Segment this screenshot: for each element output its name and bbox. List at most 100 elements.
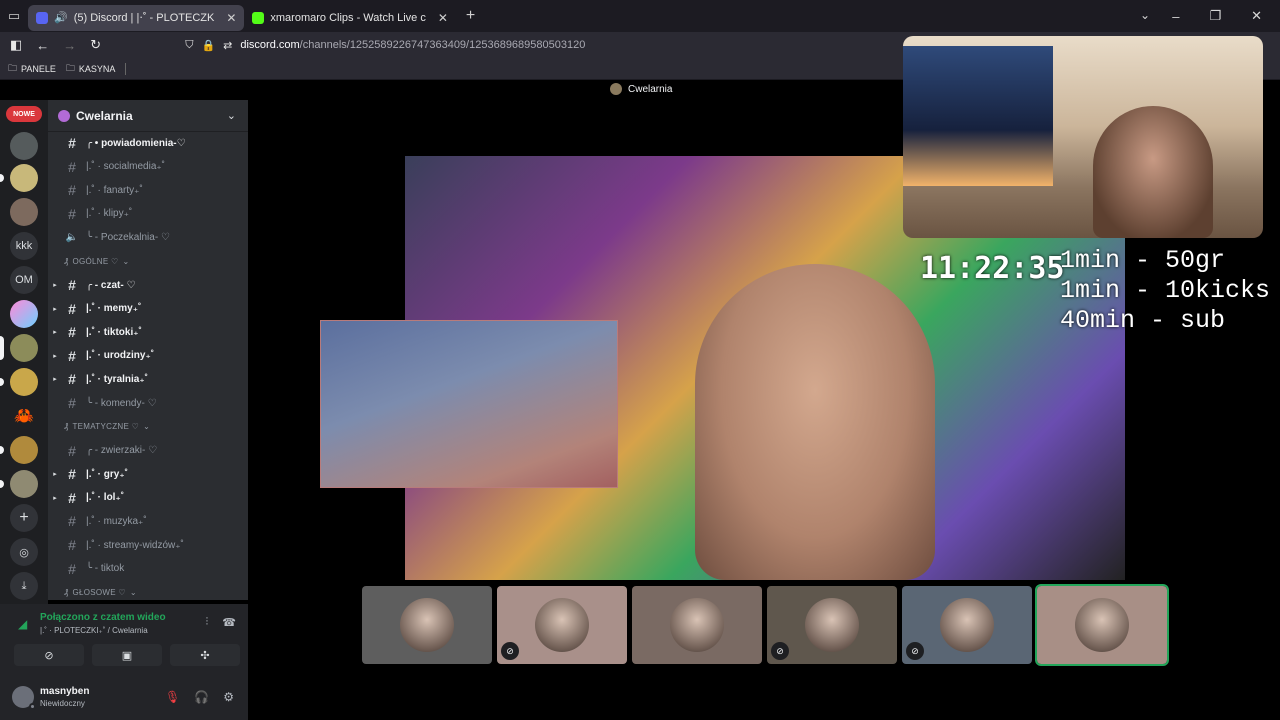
text-channel-item[interactable]: # |.˚ · klipy₊˚ <box>48 203 248 225</box>
text-channel-item[interactable]: # ╭ - zwierzaki- ♡ <box>48 440 248 462</box>
hash-icon: # <box>68 277 76 293</box>
text-channel-item[interactable]: # ╰ - komendy- ♡ <box>48 392 248 414</box>
back-button[interactable]: ← <box>36 38 49 53</box>
participant-tile[interactable] <box>632 586 762 664</box>
noise-suppression-icon[interactable]: ⫶ <box>206 616 209 629</box>
webcam-person <box>1093 106 1213 238</box>
headphones-icon[interactable]: 🎧 <box>194 690 209 704</box>
username[interactable]: masnyben <box>40 686 89 697</box>
thread-expand-icon[interactable]: ▸ <box>48 328 62 336</box>
window-controls: – ❐ ✕ <box>1172 0 1280 32</box>
thread-expand-icon[interactable]: ▸ <box>48 494 62 502</box>
channel-category[interactable]: ₰ OGÓLNE ♡ ⌄ <box>48 252 248 270</box>
text-channel-item[interactable]: # |.˚ · streamy-widzów₊˚ <box>48 534 248 556</box>
lock-icon[interactable]: 🔒 <box>201 39 215 52</box>
crab-server-icon[interactable]: 🦀 <box>10 402 38 430</box>
avatar <box>670 598 724 652</box>
channel-label: |.˚ · tyralnia₊˚ <box>86 373 148 385</box>
bookmark-label: KASYNA <box>78 63 116 74</box>
server-icon-om[interactable]: OM <box>10 266 38 294</box>
activities-button[interactable]: ✣ <box>170 644 240 666</box>
text-channel-item[interactable]: ▸ # ╭ - czat- ♡ <box>48 274 248 296</box>
participant-tile[interactable] <box>362 586 492 664</box>
call-header: Cwelarnia <box>610 83 672 95</box>
channel-label: |.˚ · klipy₊˚ <box>86 208 133 220</box>
server-icon-kkk[interactable]: kkk <box>10 232 38 260</box>
participant-tile[interactable]: ⊘ <box>497 586 627 664</box>
channel-label: ╰ - komendy- ♡ <box>86 397 157 409</box>
channel-label: |.˚ · muzyka₊˚ <box>86 515 147 527</box>
tab-manager-icon[interactable]: ▭ <box>0 8 28 24</box>
channel-label: ╰ - Poczekalnia- ♡ <box>86 231 170 243</box>
participant-tile[interactable]: ⊘ <box>902 586 1032 664</box>
text-channel-item[interactable]: # |.˚ · fanarty₊˚ <box>48 179 248 201</box>
text-channel-item[interactable]: ▸ # |.˚ · lol₊˚ <box>48 487 248 509</box>
hash-icon: # <box>68 347 76 364</box>
gear-icon[interactable]: ⚙ <box>223 690 234 704</box>
server-icon[interactable] <box>10 436 38 464</box>
text-channel-item[interactable]: # |.˚ · muzyka₊˚ <box>48 510 248 532</box>
close-tab-icon[interactable]: ✕ <box>226 11 236 25</box>
participant-tile[interactable]: ⊘ <box>767 586 897 664</box>
server-icon[interactable] <box>10 470 38 498</box>
text-channel-item[interactable]: ▸ # |.˚ · tyralnia₊˚ <box>48 368 248 390</box>
permissions-icon[interactable]: ⇄ <box>223 39 232 52</box>
text-channel-item[interactable]: ▸ # |.˚ · gry₊˚ <box>48 463 248 485</box>
text-channel-item[interactable]: ▸ # |.˚ · tiktoki₊˚ <box>48 321 248 343</box>
voice-location[interactable]: |.˚ · PLOTECZKI₊˚ / Cwelarnia <box>40 626 148 635</box>
microphone-muted-icon[interactable]: 🎙 <box>165 690 180 704</box>
download-icon[interactable]: ⤓ <box>10 572 38 600</box>
category-label: GŁOSOWE ♡ <box>72 587 126 597</box>
url-bar[interactable]: ⛉ 🔒 ⇄ discord.com/channels/1252589226747… <box>185 39 585 52</box>
selected-server-pill <box>0 336 4 360</box>
minimize-icon[interactable]: – <box>1172 9 1179 24</box>
tab-discord[interactable]: 🔊 (5) Discord | |‧˚ - PLOTECZK ✕ <box>28 4 245 31</box>
voice-channel-item[interactable]: 🔈 ╰ - Poczekalnia- ♡ <box>48 226 248 248</box>
text-channel-item[interactable]: # ╰ - tiktok <box>48 558 248 580</box>
guild-header[interactable]: Cwelarnia <box>48 100 248 132</box>
text-channel-item[interactable]: ▸ # |.˚ · urodziny₊˚ <box>48 345 248 367</box>
add-server-icon[interactable]: + <box>10 504 38 532</box>
thread-expand-icon[interactable]: ▸ <box>48 352 62 360</box>
server-icon[interactable] <box>10 164 38 192</box>
audio-playing-icon[interactable]: 🔊 <box>54 11 68 24</box>
close-tab-icon[interactable]: ✕ <box>438 11 448 25</box>
forward-button[interactable]: → <box>63 38 76 53</box>
new-unreads-badge[interactable]: NOWE <box>6 106 42 122</box>
server-icon[interactable] <box>10 132 38 160</box>
server-icon[interactable] <box>10 198 38 226</box>
close-window-icon[interactable]: ✕ <box>1251 8 1262 24</box>
thread-expand-icon[interactable]: ▸ <box>48 305 62 313</box>
participant-tile[interactable] <box>1035 584 1169 666</box>
restore-icon[interactable]: ❐ <box>1209 8 1221 24</box>
server-icon-cwelarnia[interactable] <box>10 334 38 362</box>
thread-expand-icon[interactable]: ▸ <box>48 281 62 289</box>
channel-category[interactable]: ₰ GŁOSOWE ♡ ⌄ <box>48 583 248 600</box>
reload-button[interactable]: ↻ <box>90 37 101 53</box>
discover-compass-icon[interactable]: ◎ <box>10 538 38 566</box>
screen-share-button[interactable]: ▣ <box>92 644 162 666</box>
tab-kick[interactable]: xmaromaro Clips - Watch Live c ✕ <box>244 5 456 31</box>
disconnect-icon[interactable]: ☎ <box>222 616 236 629</box>
tab-list-chevron-icon[interactable]: ⌄ <box>1140 8 1150 22</box>
text-channel-item[interactable]: ▸ # |.˚ · memy₊˚ <box>48 298 248 320</box>
bookmark-folder-kasyna[interactable]: 🗀 KASYNA <box>66 61 116 77</box>
channel-category[interactable]: ₰ TEMATYCZNE ♡ ⌄ <box>48 418 248 436</box>
sidebar-toggle-icon[interactable]: ◧ <box>10 37 22 53</box>
thread-expand-icon[interactable]: ▸ <box>48 470 62 478</box>
server-icon[interactable] <box>10 368 38 396</box>
microphone-muted-icon: ⊘ <box>906 642 924 660</box>
camera-off-button[interactable]: ⊘ <box>14 644 84 666</box>
shield-icon[interactable]: ⛉ <box>185 39 193 52</box>
text-channel-item[interactable]: # |.˚ · socialmedia₊˚ <box>48 156 248 178</box>
voice-status[interactable]: Połączono z czatem wideo <box>40 612 166 623</box>
chevron-down-icon[interactable]: ⌄ <box>227 109 236 122</box>
server-icon[interactable] <box>10 300 38 328</box>
hash-icon: # <box>68 466 76 483</box>
text-channel-item[interactable]: # ╭ • powiadomienia-♡ <box>48 132 248 154</box>
thread-expand-icon[interactable]: ▸ <box>48 375 62 383</box>
url-path: /channels/1252589226747363409/1253689689… <box>299 39 586 51</box>
bookmark-label: PANELE <box>21 63 56 74</box>
new-tab-button[interactable]: + <box>466 7 475 25</box>
bookmark-folder-panele[interactable]: 🗀 PANELE <box>8 61 56 77</box>
